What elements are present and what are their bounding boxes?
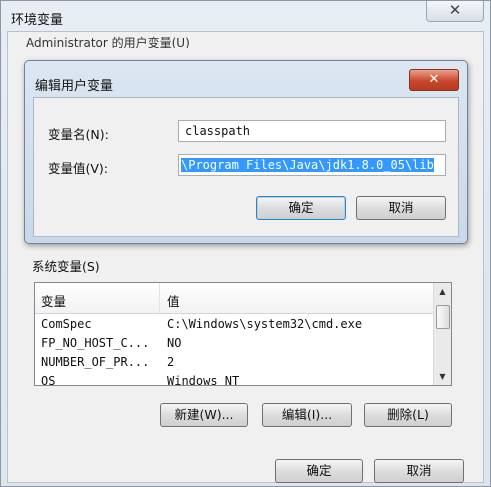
row-value: C:\Windows\system32\cmd.exe [167, 317, 363, 331]
column-header-variable[interactable]: 变量 [41, 291, 66, 310]
variable-name-label: 变量名(N): [48, 127, 109, 142]
vertical-scrollbar[interactable]: ▲ ▼ [433, 283, 451, 385]
row-name: NUMBER_OF_PR... [41, 355, 150, 369]
row-value: 2 [167, 355, 175, 369]
scroll-up-icon[interactable]: ▲ [435, 284, 450, 299]
footer-ok-button[interactable]: 确定 [275, 459, 363, 483]
dialog-body: 变量名(N): classpath 变量值(V): \Program Files… [33, 97, 459, 237]
scroll-thumb[interactable] [436, 305, 450, 329]
variable-value-input[interactable]: \Program Files\Java\jdk1.8.0_05\lib [178, 154, 446, 176]
table-row[interactable]: ComSpec C:\Windows\system32\cmd.exe [35, 315, 435, 335]
variable-name-input[interactable]: classpath [178, 120, 446, 142]
column-divider[interactable] [159, 283, 160, 313]
row-name: OS [41, 374, 56, 386]
table-row[interactable]: OS Windows_NT [35, 372, 435, 386]
table-row[interactable]: NUMBER_OF_PR... 2 [35, 353, 435, 373]
row-name: FP_NO_HOST_C... [41, 336, 150, 350]
footer-cancel-button[interactable]: 取消 [374, 459, 464, 483]
row-value: Windows_NT [167, 374, 240, 386]
window-title: 环境变量 [11, 13, 64, 28]
scroll-down-icon[interactable]: ▼ [435, 369, 450, 384]
variable-value-selected-text: \Program Files\Java\jdk1.8.0_05\lib [181, 158, 434, 172]
dialog-title: 编辑用户变量 [35, 79, 114, 94]
window-close-button[interactable]: ✕ [426, 1, 484, 22]
new-system-variable-button[interactable]: 新建(W)... [160, 403, 248, 427]
close-icon: ✕ [448, 1, 462, 19]
edit-system-variable-button[interactable]: 编辑(I)... [262, 403, 352, 427]
list-header: 变量 值 [35, 283, 435, 314]
system-variables-label: 系统变量(S) [32, 259, 100, 274]
system-variables-list[interactable]: 变量 值 ComSpec C:\Windows\system32\cmd.exe… [34, 282, 452, 386]
close-icon: ✕ [428, 72, 440, 87]
column-header-value[interactable]: 值 [167, 291, 180, 310]
user-variables-label: Administrator 的用户变量(U) [26, 36, 190, 48]
delete-system-variable-button[interactable]: 删除(L) [364, 403, 452, 427]
variable-value-label: 变量值(V): [48, 161, 109, 176]
edit-user-variable-dialog: 编辑用户变量 ✕ 变量名(N): classpath 变量值(V): \Prog… [24, 60, 468, 244]
dialog-close-button[interactable]: ✕ [409, 69, 459, 91]
cancel-button[interactable]: 取消 [356, 196, 446, 220]
row-value: NO [167, 336, 182, 350]
row-name: ComSpec [41, 317, 92, 331]
ok-button[interactable]: 确定 [256, 196, 346, 220]
table-row[interactable]: FP_NO_HOST_C... NO [35, 334, 435, 354]
